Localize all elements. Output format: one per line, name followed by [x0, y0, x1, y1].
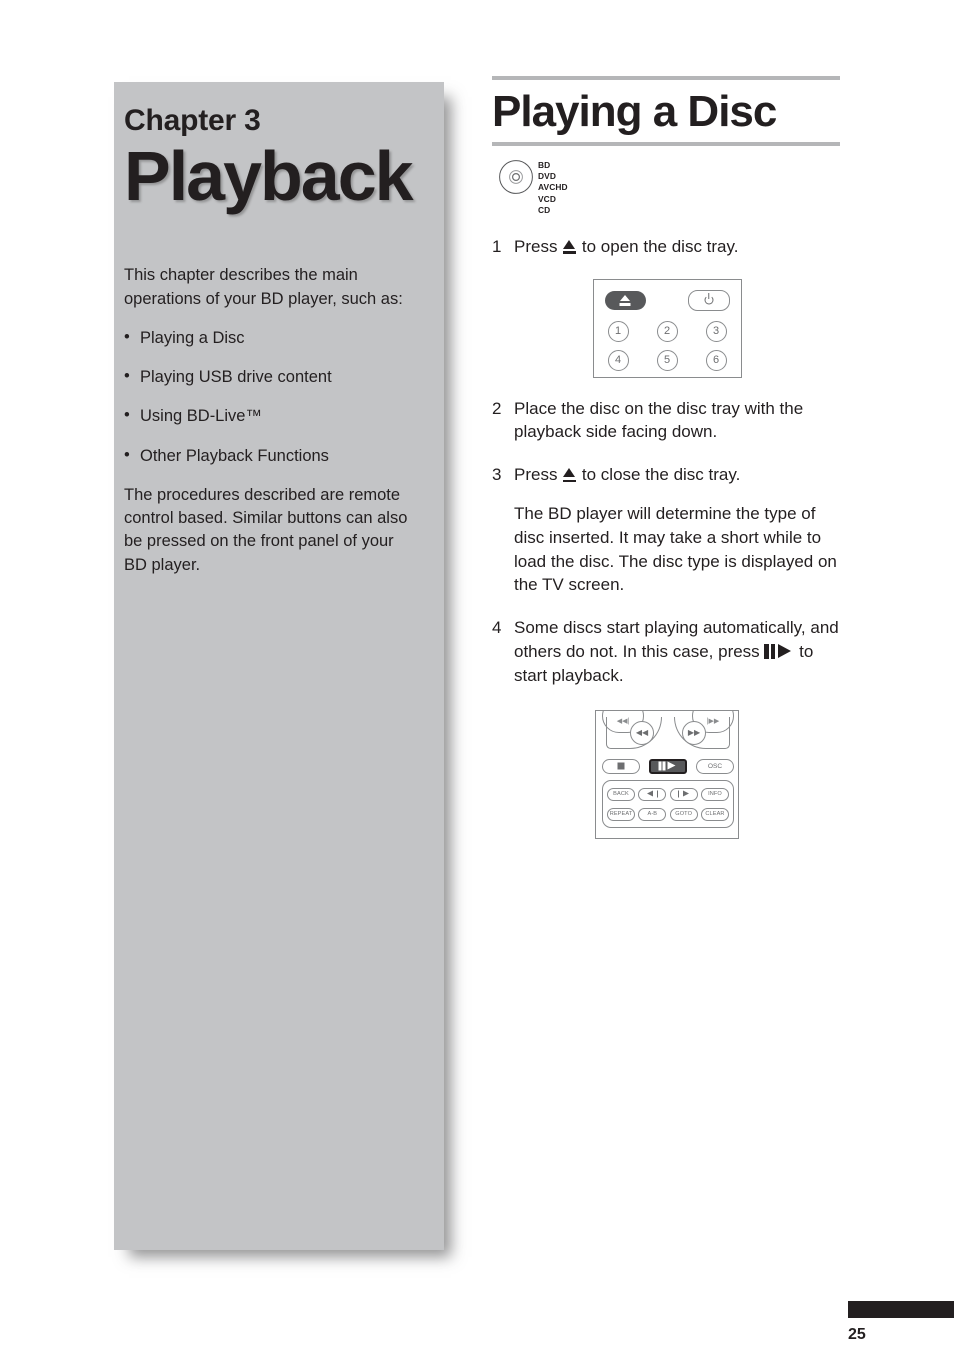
- bullet-icon: •: [124, 367, 130, 386]
- remote-goto-button: GOTO: [669, 807, 698, 821]
- chapter-sidebar: Chapter 3 Playback This chapter describe…: [114, 82, 444, 1250]
- remote-back-button: BACK: [607, 787, 635, 801]
- eject-icon: [563, 468, 577, 483]
- remote-numpad: 1 2 3 4 5 6: [605, 320, 730, 379]
- chapter-topics-list: • Playing a Disc • Playing USB drive conte…: [124, 327, 420, 467]
- bullet-icon: •: [124, 445, 130, 464]
- remote-repeat-button: REPEAT: [607, 807, 635, 821]
- page-title: Playing a Disc: [492, 87, 777, 136]
- remote-step-back-button: [638, 787, 667, 801]
- heading-rule-top: [492, 76, 840, 80]
- step-2: 2 Place the disc on the disc tray with t…: [492, 397, 842, 445]
- footer-bar: [848, 1301, 954, 1318]
- step-text: Some discs start playing automatically, …: [514, 616, 842, 687]
- numpad-key-3: 3: [705, 320, 727, 342]
- remote-step-forward-button: [669, 787, 698, 801]
- list-item-label: Playing USB drive content: [140, 368, 332, 387]
- disc-format-cd: CD: [538, 204, 551, 215]
- remote-top-row: [604, 289, 730, 311]
- remote-scan-cluster: ◀◀| |▶▶ ◀◀ ▶▶: [602, 710, 734, 755]
- disc-format-dvd: DVD: [538, 171, 556, 182]
- step-text-before: Press: [514, 236, 563, 256]
- remote-play-pause-button-highlight: [649, 758, 687, 774]
- bullet-icon: •: [124, 406, 130, 425]
- remote-osc-button: OSC: [696, 758, 734, 774]
- remote-fast-forward-button: ▶▶: [682, 720, 706, 745]
- remote-transport-row: OSC: [602, 758, 734, 774]
- step-text-before: Press: [514, 465, 563, 485]
- eject-icon: [563, 239, 577, 254]
- remote-eject-button-highlight: [604, 290, 646, 310]
- chapter-title: Playback: [124, 137, 414, 215]
- step-number: 4: [492, 618, 502, 638]
- remote-rewind-button: ◀◀: [630, 720, 654, 745]
- numpad-key-6: 6: [705, 349, 727, 371]
- numpad-key-5: 5: [656, 349, 678, 371]
- disc-format-bd: BD: [538, 160, 551, 171]
- keypad-row: BACK INFO: [607, 787, 729, 801]
- disc-format-vcd: VCD: [538, 193, 556, 204]
- heading-rule-bottom: [492, 142, 840, 147]
- chapter-label: Chapter 3: [124, 104, 261, 137]
- sidebar-intro-text: This chapter describes the main operatio…: [124, 266, 403, 308]
- step-number: 2: [492, 398, 502, 418]
- supported-disc-formats: BD DVD AVCHD VCD CD: [498, 159, 842, 215]
- step-text: Place the disc on the disc tray with the…: [514, 398, 804, 442]
- step-detail-text: The BD player will determine the type of…: [514, 503, 837, 595]
- numpad-row: 4 5 6: [605, 349, 730, 379]
- power-icon-stem: [707, 293, 710, 300]
- step-4: 4 Some discs start playing automatically…: [492, 616, 842, 687]
- step-text: Press to close the disc tray.: [514, 463, 842, 487]
- step-body: Press to close the disc tray. The BD pla…: [514, 463, 842, 597]
- disc-icon: [498, 159, 534, 200]
- list-item-label: Other Playback Functions: [140, 446, 329, 465]
- remote-keypad-panel: BACK INFO REPEAT A-B GOTO CLEAR: [602, 779, 734, 828]
- remote-diagram-transport: ◀◀| |▶▶ ◀◀ ▶▶ OSC BACK INFO REPEAT A-B G…: [595, 709, 739, 839]
- keypad-row: REPEAT A-B GOTO CLEAR: [607, 807, 729, 821]
- remote-info-button: INFO: [700, 787, 729, 801]
- eject-bar-icon: [619, 303, 631, 306]
- remote-ab-button: A-B: [638, 807, 667, 821]
- remote-diagram-numpad: 1 2 3 4 5 6: [592, 278, 742, 379]
- play-pause-icon: [764, 643, 794, 659]
- remote-diagram-numpad-wrap: 1 2 3 4 5 6: [492, 259, 842, 378]
- step-number: 3: [492, 465, 502, 485]
- step-1: 1 Press to open the disc tray.: [492, 235, 842, 259]
- remote-transport-inner: ◀◀| |▶▶ ◀◀ ▶▶ OSC BACK INFO REPEAT A-B G…: [602, 710, 734, 828]
- step-3: 3 Press to close the disc tray. The BD p…: [492, 463, 842, 597]
- remote-power-button: [687, 289, 730, 311]
- numpad-key-2: 2: [656, 320, 678, 342]
- list-item-label: Playing a Disc: [140, 329, 245, 348]
- numpad-row: 1 2 3: [605, 320, 730, 350]
- list-item: • Using BD-Live™: [124, 405, 420, 428]
- step-text-after: to open the disc tray.: [577, 236, 739, 256]
- main-content: Playing a Disc BD DVD AVCHD VCD CD 1 Pre…: [492, 76, 842, 839]
- step-number: 1: [492, 236, 502, 256]
- list-item: • Playing USB drive content: [124, 366, 420, 389]
- list-item: • Playing a Disc: [124, 327, 420, 350]
- bullet-icon: •: [124, 328, 130, 347]
- remote-diagram-transport-wrap: ◀◀| |▶▶ ◀◀ ▶▶ OSC BACK INFO REPEAT A-B G…: [492, 688, 842, 839]
- remote-stop-button: [602, 758, 640, 774]
- disc-format-avchd: AVCHD: [538, 182, 568, 193]
- play-pause-icon: [658, 761, 679, 771]
- step-text: Press to open the disc tray.: [514, 235, 842, 259]
- eject-icon: [620, 294, 630, 301]
- numpad-key-1: 1: [607, 320, 629, 342]
- step-body: Press to open the disc tray.: [514, 235, 842, 259]
- numpad-key-4: 4: [607, 349, 629, 371]
- step-body: Some discs start playing automatically, …: [514, 616, 842, 687]
- step-body: Place the disc on the disc tray with the…: [514, 397, 842, 445]
- remote-clear-button: CLEAR: [700, 807, 729, 821]
- list-item-label: Using BD-Live™: [140, 407, 262, 426]
- list-item: • Other Playback Functions: [124, 445, 420, 468]
- sidebar-outro-text: The procedures described are remote cont…: [124, 485, 408, 574]
- step-text-after: to close the disc tray.: [577, 465, 741, 485]
- disc-format-labels: BD DVD AVCHD VCD CD: [538, 159, 568, 215]
- page-number: 25: [848, 1326, 866, 1343]
